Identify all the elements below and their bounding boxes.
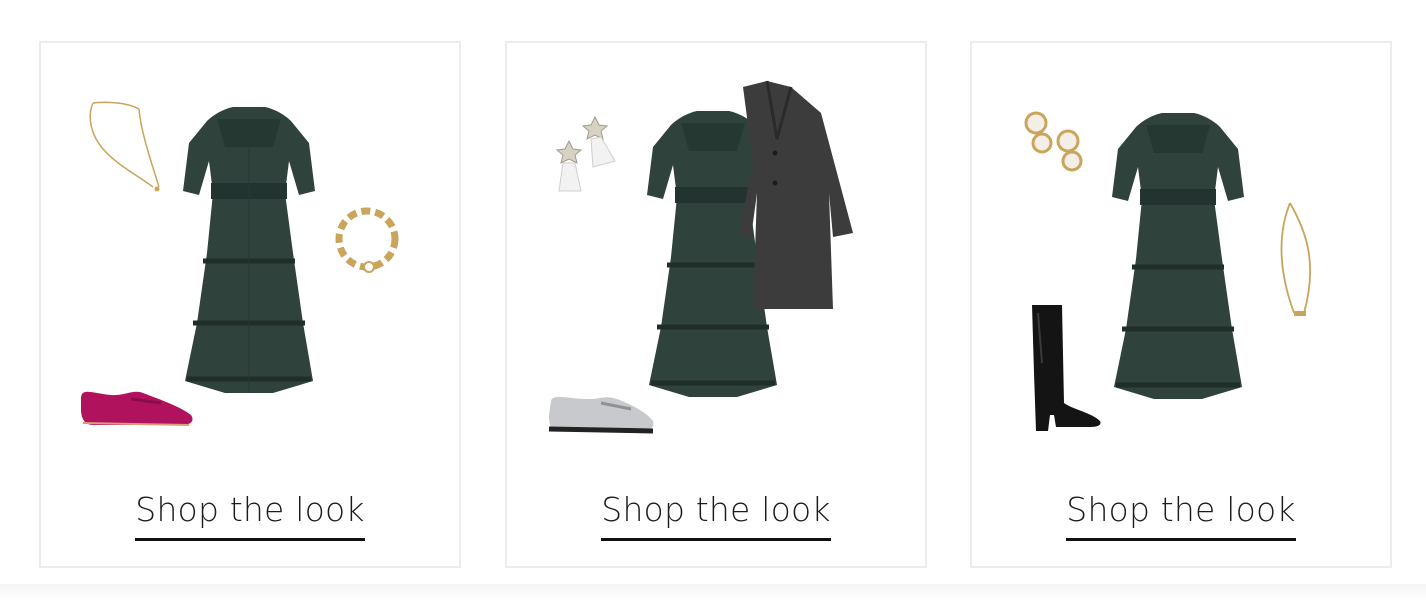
grey-coat-icon xyxy=(739,80,853,309)
looks-page: Shop the look Shop the look Shop the loo… xyxy=(0,0,1426,600)
necklace-icon xyxy=(89,101,160,192)
look-card-2[interactable]: Shop the look xyxy=(505,41,927,568)
gold-bracelet-icon xyxy=(335,207,399,273)
black-boot-icon xyxy=(1032,305,1101,431)
green-tiered-dress-icon xyxy=(183,107,315,393)
look-1-outfit-image[interactable] xyxy=(41,43,459,463)
look-card-3[interactable]: Shop the look xyxy=(970,41,1392,568)
look-3-cta: Shop the look xyxy=(972,491,1390,541)
look-card-1[interactable]: Shop the look xyxy=(39,41,461,568)
page-bottom-shadow xyxy=(0,584,1426,600)
pearl-earrings-icon xyxy=(1024,111,1083,172)
look-3-outfit-image[interactable] xyxy=(972,43,1390,463)
shop-the-look-link[interactable]: Shop the look xyxy=(135,491,365,541)
silver-loafer-icon xyxy=(548,396,654,434)
look-2-cta: Shop the look xyxy=(507,491,925,541)
pink-loafer-icon xyxy=(81,391,193,426)
shop-the-look-link[interactable]: Shop the look xyxy=(601,491,831,541)
star-earrings-icon xyxy=(555,115,616,192)
look-2-outfit-image[interactable] xyxy=(507,43,925,463)
look-1-cta: Shop the look xyxy=(41,491,459,541)
shop-the-look-link[interactable]: Shop the look xyxy=(1066,491,1296,541)
green-tiered-dress-icon xyxy=(1112,113,1244,399)
pendant-necklace-icon xyxy=(1280,202,1311,316)
